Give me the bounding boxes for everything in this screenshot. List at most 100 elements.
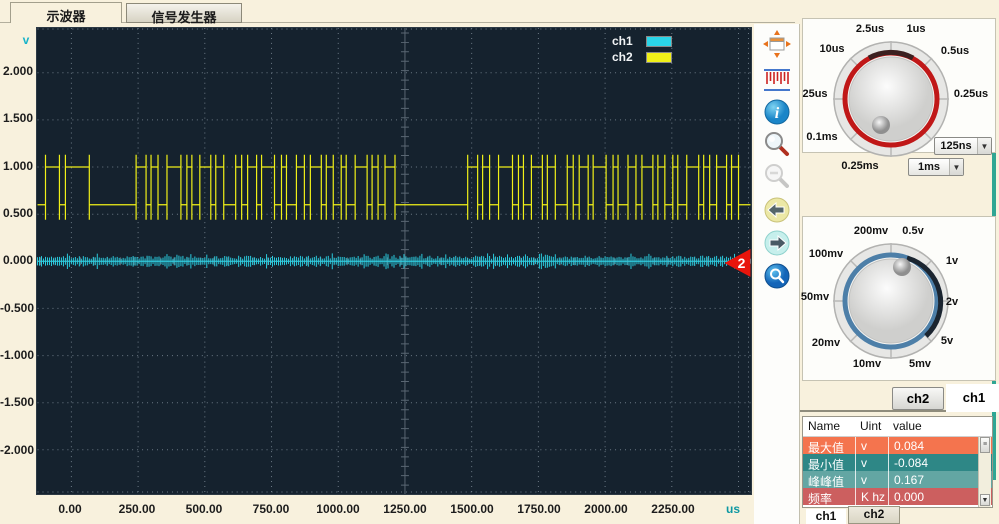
cell-value: 0.000	[888, 488, 992, 505]
waveform-canvas: 2	[37, 28, 751, 494]
legend-item-ch2: ch2	[612, 49, 672, 65]
voltage-label[interactable]: 1v	[946, 255, 958, 267]
x-tick-label: 1250.00	[383, 502, 427, 516]
cell-name: 最小值	[808, 458, 845, 471]
legend-swatch-ch2	[646, 51, 672, 63]
x-tick-label: 750.00	[252, 502, 290, 516]
scope-toolbar: i	[754, 24, 800, 524]
control-panel: 2.5us 1us 10us 0.5us 25us 0.25us 0.1ms 0…	[800, 0, 999, 524]
dropdown-value: 1ms	[917, 161, 941, 173]
ch1-label[interactable]: ch1	[952, 390, 996, 405]
y-tick-label: 2.000	[2, 64, 33, 78]
x-tick-label: 1500.00	[450, 502, 494, 516]
y-tick-label: 1.500	[2, 111, 33, 126]
legend-item-ch1: ch1	[612, 33, 672, 49]
x-tick-label: 2000.00	[584, 502, 628, 516]
scope-display[interactable]: 2	[36, 27, 752, 495]
ch2-button[interactable]: ch2	[892, 387, 944, 410]
ruler-icon[interactable]	[763, 66, 791, 94]
cell-value: -0.084	[888, 454, 992, 471]
forward-icon[interactable]	[763, 229, 791, 257]
x-tick-label: 1750.00	[517, 502, 561, 516]
timebase-knob[interactable]	[831, 39, 951, 159]
timebase-dropdown-1ms[interactable]: 1ms ▼	[908, 158, 964, 176]
channel-2-marker: 2	[738, 255, 746, 271]
info-icon[interactable]: i	[763, 98, 791, 126]
timebase-label[interactable]: 0.25us	[954, 88, 988, 100]
timebase-label[interactable]: 10us	[819, 43, 844, 55]
cell-value: 0.084	[888, 437, 992, 454]
chevron-down-icon: ▼	[977, 138, 991, 154]
x-tick-label: 0.00	[58, 502, 82, 516]
cell-value: 0.167	[888, 471, 992, 488]
oscilloscope-app: 示波器 信号发生器 v 2.000 1.500 1.000 0.500 0.000 -0.…	[0, 0, 999, 524]
y-tick-label: -0.500	[0, 300, 35, 315]
legend-label-ch1: ch1	[612, 34, 633, 48]
timebase-label[interactable]: 1us	[907, 23, 926, 35]
timebase-dropdown-125ns[interactable]: 125ns ▼	[934, 137, 992, 155]
x-tick-label: 500.00	[185, 502, 223, 516]
voltage-label[interactable]: 5mv	[909, 358, 931, 370]
table-scrollbar[interactable]: ≡ ▼	[978, 437, 991, 507]
chevron-down-icon: ▼	[949, 159, 963, 175]
dropdown-value: 125ns	[940, 140, 972, 152]
bottom-tab-ch1[interactable]: ch1	[806, 509, 846, 524]
legend-swatch-ch1	[646, 35, 672, 47]
measurement-table: Name Uint value 最大值 v 0.084 最小值 v -0.084…	[802, 416, 993, 508]
timebase-label[interactable]: 0.1ms	[806, 131, 837, 143]
svg-text:i: i	[775, 105, 780, 122]
y-tick-label: -2.000	[0, 442, 35, 457]
timebase-label[interactable]: 25us	[802, 88, 827, 100]
voltage-label[interactable]: 0.5v	[902, 225, 923, 237]
timebase-label[interactable]: 0.5us	[941, 45, 969, 57]
cell-name: 频率	[808, 492, 833, 505]
cell-unit: v	[855, 454, 888, 471]
y-tick-label: -1.000	[0, 347, 35, 362]
table-row-min[interactable]: 最小值 v -0.084	[803, 454, 992, 471]
x-tick-label: 250.00	[118, 502, 156, 516]
voltage-knob[interactable]	[831, 241, 951, 361]
voltage-label[interactable]: 50mv	[801, 291, 829, 303]
y-tick-label: 0.000	[2, 253, 33, 268]
voltage-label[interactable]: 100mv	[809, 248, 843, 260]
legend-label-ch2: ch2	[612, 50, 633, 64]
table-header: Name Uint value	[803, 417, 992, 437]
voltage-label[interactable]: 20mv	[812, 337, 840, 349]
table-row-peakpeak[interactable]: 峰峰值 v 0.167	[803, 471, 992, 488]
voltage-label[interactable]: 2v	[946, 296, 958, 308]
scope-legend: ch1 ch2	[612, 33, 672, 65]
x-axis-unit: us	[726, 502, 741, 516]
back-icon[interactable]	[763, 196, 791, 224]
zoom-in-icon[interactable]	[763, 130, 791, 158]
cell-unit: v	[855, 437, 888, 454]
y-axis-unit: v	[22, 33, 30, 47]
tab-signal-generator[interactable]: 信号发生器	[126, 3, 242, 25]
x-tick-label: 2250.00	[651, 502, 695, 516]
channel-selector-row: ch2 ch1	[800, 384, 999, 412]
timebase-label[interactable]: 0.25ms	[841, 160, 878, 172]
scrollbar-thumb[interactable]: ≡	[980, 437, 990, 453]
voltage-label[interactable]: 10mv	[853, 358, 881, 370]
y-tick-label: 1.000	[2, 158, 33, 173]
tab-oscilloscope[interactable]: 示波器	[10, 2, 122, 24]
cell-unit: K hz	[855, 488, 888, 505]
cell-unit: v	[855, 471, 888, 488]
cell-name: 最大值	[808, 441, 845, 454]
header-value: value	[893, 419, 922, 433]
bottom-tab-ch2[interactable]: ch2	[848, 506, 900, 524]
table-row-frequency[interactable]: 频率 K hz 0.000	[803, 488, 992, 505]
table-row-max[interactable]: 最大值 v 0.084	[803, 437, 992, 454]
cell-name: 峰峰值	[808, 475, 845, 488]
voltage-label[interactable]: 5v	[941, 335, 953, 347]
header-unit: Uint	[860, 419, 882, 433]
zoom-out-icon	[763, 162, 791, 190]
scrollbar-down-arrow[interactable]: ▼	[980, 494, 990, 506]
voltage-label[interactable]: 200mv	[854, 225, 888, 237]
top-tabstrip: 示波器 信号发生器	[0, 0, 795, 25]
header-name: Name	[808, 419, 841, 433]
fit-screen-icon[interactable]	[763, 30, 791, 58]
timebase-label[interactable]: 2.5us	[856, 23, 884, 35]
y-tick-label: 0.500	[2, 205, 33, 220]
x-tick-label: 1000.00	[316, 502, 360, 516]
search-icon[interactable]	[763, 262, 791, 290]
